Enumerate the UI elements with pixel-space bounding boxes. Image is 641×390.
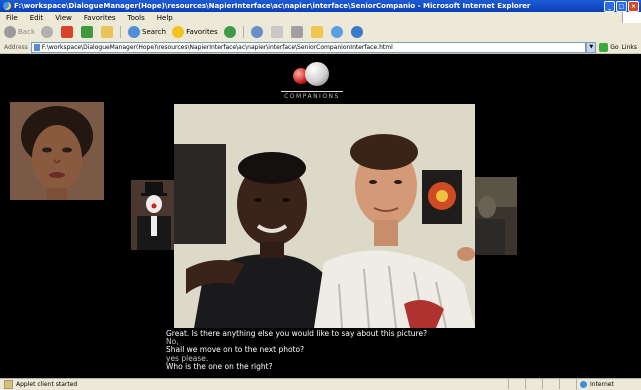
window-title-bar[interactable]: F:\workspace\DialogueManager(Hope)\resou… (0, 0, 641, 12)
back-label: Back (18, 28, 35, 36)
research-button[interactable] (350, 26, 365, 38)
toolbar-separator (242, 26, 244, 38)
window-title: F:\workspace\DialogueManager(Hope)\resou… (14, 2, 531, 10)
search-button[interactable]: Search (128, 26, 166, 38)
folder-button[interactable] (310, 26, 325, 38)
address-bar: Address F:\workspace\DialogueManager(Hop… (0, 41, 641, 54)
stop-icon (61, 26, 73, 38)
zone-label: Internet (590, 381, 614, 388)
toolbar-separator (120, 26, 121, 38)
folder-icon (310, 26, 323, 38)
photo-thumbnail-right[interactable] (475, 177, 517, 255)
go-button[interactable]: Go (599, 42, 619, 52)
woman-portrait-image (10, 102, 104, 200)
status-text: Applet client started (16, 381, 78, 388)
history-icon (250, 26, 263, 38)
address-value: F:\workspace\DialogueManager(Hope)\resou… (41, 43, 393, 51)
maximize-button[interactable]: □ (616, 0, 627, 12)
address-input[interactable]: F:\workspace\DialogueManager(Hope)\resou… (30, 41, 587, 53)
close-button[interactable]: × (628, 0, 639, 12)
go-label: Go (610, 43, 619, 51)
photo-thumbnail-clown[interactable] (131, 180, 175, 250)
standard-toolbar: Back Search Favorites (0, 23, 641, 42)
status-cell (508, 379, 525, 389)
globe-icon (580, 381, 587, 388)
forward-button[interactable] (41, 26, 55, 38)
main-photo[interactable] (174, 104, 475, 328)
menu-view[interactable]: View (55, 14, 72, 22)
page-content: COMPANIONS Great. Is there anything else… (0, 54, 641, 378)
windows-logo-icon (622, 12, 641, 23)
search-icon (128, 26, 140, 38)
menu-favorites[interactable]: Favorites (84, 14, 116, 22)
page-icon (33, 43, 40, 51)
history-button[interactable] (250, 26, 265, 38)
refresh-button[interactable] (81, 26, 95, 38)
dialogue-line-3: Shall we move on to the next photo? (166, 345, 305, 355)
status-cell (559, 379, 576, 389)
go-arrow-icon (599, 42, 609, 52)
dialogue-transcript: Great. Is there anything else you would … (166, 329, 484, 371)
mail-icon (270, 26, 283, 38)
right-photo-image (475, 177, 517, 255)
messenger-icon (330, 26, 343, 38)
address-dropdown-icon[interactable]: ▼ (586, 41, 597, 53)
search-label: Search (142, 28, 167, 36)
media-icon (223, 26, 236, 38)
favorites-label: Favorites (186, 28, 218, 36)
internet-explorer-icon (3, 2, 11, 10)
home-icon (101, 26, 113, 38)
security-zone: Internet (576, 379, 641, 390)
window-controls: _ □ × (604, 0, 639, 12)
back-button[interactable]: Back (4, 26, 35, 38)
logo-text: COMPANIONS (284, 93, 340, 100)
home-button[interactable] (101, 26, 115, 38)
research-icon (350, 26, 363, 38)
menu-help[interactable]: Help (157, 14, 173, 22)
minimize-button[interactable]: _ (604, 0, 615, 12)
mail-button[interactable] (270, 26, 285, 38)
favorites-button[interactable]: Favorites (172, 26, 218, 38)
clown-photo-image (131, 180, 175, 250)
star-icon (172, 26, 185, 38)
stop-button[interactable] (61, 26, 75, 38)
companions-logo: COMPANIONS (281, 62, 343, 102)
logo-line (281, 91, 343, 92)
menu-file[interactable]: File (6, 14, 18, 22)
messenger-button[interactable] (330, 26, 345, 38)
media-button[interactable] (223, 26, 238, 38)
menu-edit[interactable]: Edit (30, 14, 44, 22)
links-button[interactable]: Links (622, 44, 637, 51)
status-cell (525, 379, 542, 389)
status-cell (542, 379, 559, 389)
print-button[interactable] (290, 26, 305, 38)
address-label: Address (4, 43, 28, 51)
print-icon (290, 26, 303, 38)
back-arrow-icon (4, 26, 16, 38)
applet-icon (4, 380, 13, 389)
status-panels: Internet (508, 379, 641, 390)
main-photo-image (174, 104, 475, 328)
refresh-icon (81, 26, 93, 38)
dialogue-line-5: Who is the one on the right? (166, 361, 273, 371)
photo-thumbnail-woman[interactable] (10, 102, 104, 200)
dialogue-line-1: Great. Is there anything else you would … (166, 329, 428, 338)
white-ball-icon (305, 62, 329, 86)
menu-tools[interactable]: Tools (128, 14, 145, 22)
status-bar: Applet client started Internet (0, 378, 641, 390)
forward-arrow-icon (41, 26, 53, 38)
